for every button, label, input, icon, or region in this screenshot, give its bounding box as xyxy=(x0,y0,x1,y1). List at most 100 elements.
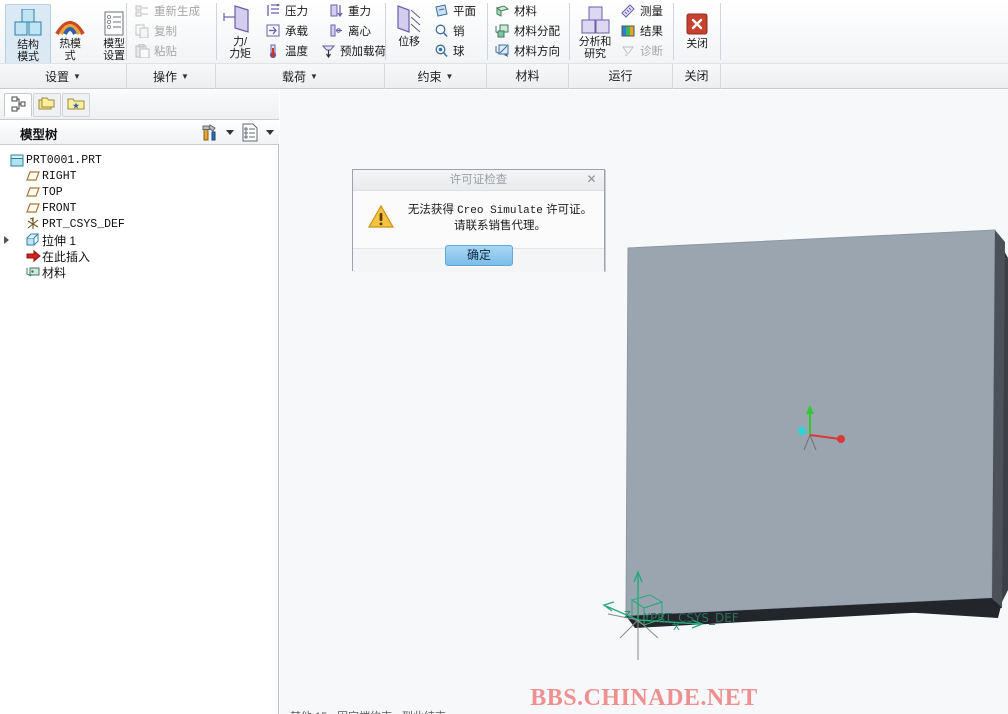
ribbon-button-displacement[interactable]: 位移 xyxy=(388,2,430,49)
tree-item-label: RIGHT xyxy=(42,169,77,183)
warning-triangle-icon xyxy=(367,204,395,229)
tree-item-label: PRT0001.PRT xyxy=(26,153,102,167)
folder-browser-icon xyxy=(38,96,56,115)
ribbon-toolbar: 结构 模式 热模式 模型 设置 重新生成 复制 粘贴 力/ 力矩 压力 重力 承… xyxy=(0,0,1008,63)
dialog-message-product: Creo Simulate xyxy=(457,205,543,217)
ribbon-item-pin-label: 销 xyxy=(453,25,465,38)
ribbon-item-material-assignment[interactable]: 材料分配 xyxy=(494,21,560,40)
tree-item-label: FRONT xyxy=(42,201,77,215)
dialog-message-line1-post: 许可证。 xyxy=(542,204,593,216)
datum-plane-icon xyxy=(24,169,42,184)
ribbon-item-preload[interactable]: 预加载荷 xyxy=(320,41,386,60)
tools-settings-icon[interactable] xyxy=(200,123,220,145)
ribbon-button-structure-mode[interactable]: 结构 模式 xyxy=(5,4,51,63)
nav-tab-favorites-folder[interactable] xyxy=(62,93,90,117)
model-tree-header: 模型树 xyxy=(0,120,279,145)
ribbon-button-thermal-mode[interactable]: 热模式 xyxy=(48,4,92,62)
gravity-icon xyxy=(328,3,345,19)
ribbon-group-run: 分析和 研究 测量 结果 诊断 xyxy=(570,0,672,63)
analyses-studies-icon xyxy=(572,2,618,36)
ribbon-button-displacement-label: 位移 xyxy=(398,36,420,48)
ribbon-item-measure[interactable]: 测量 xyxy=(620,1,663,20)
dialog-message: 无法获得 Creo Simulate 许可证。 请联系销售代理。 xyxy=(405,203,595,234)
results-icon xyxy=(620,23,637,39)
ribbon-group-label-operations[interactable]: 操作 ▼ xyxy=(127,64,216,89)
page-title: 模型树 xyxy=(20,128,58,142)
ribbon-group-label-bar: 设置 ▼ 操作 ▼ 载荷 ▼ 约束 ▼ 材料 运行 关闭 xyxy=(0,63,1008,89)
ribbon-group-label-close[interactable]: 关闭 xyxy=(673,64,721,89)
regenerate-icon xyxy=(134,3,151,19)
tree-item-extrude[interactable]: 拉伸 1 xyxy=(0,232,278,248)
ribbon-item-material-orientation[interactable]: 材料方向 xyxy=(494,41,560,60)
tree-item-label: 材料 xyxy=(42,265,67,280)
ribbon-group-close: 关闭 xyxy=(674,0,720,63)
material-icon xyxy=(494,3,511,19)
material-node-icon xyxy=(24,265,42,280)
ok-button[interactable]: 确定 xyxy=(445,245,513,266)
ribbon-item-material[interactable]: 材料 xyxy=(494,1,537,20)
preload-icon xyxy=(320,43,337,59)
nav-tab-model-tree[interactable] xyxy=(4,93,32,117)
coordinate-system-icon xyxy=(24,217,42,232)
tree-item-label: TOP xyxy=(42,185,63,199)
ribbon-item-diagnostics[interactable]: 诊断 xyxy=(620,41,663,60)
expand-triangle-icon[interactable] xyxy=(4,236,9,244)
tree-item-coordinate-system[interactable]: PRT_CSYS_DEF xyxy=(0,216,278,232)
tree-item-datum-front[interactable]: FRONT xyxy=(0,200,278,216)
part-icon xyxy=(8,153,26,168)
chevron-down-icon[interactable] xyxy=(226,130,234,135)
ribbon-button-force-moment-label: 力/力矩 xyxy=(229,36,251,60)
ribbon-item-ball[interactable]: 球 xyxy=(433,41,465,60)
centrifugal-icon xyxy=(328,23,345,39)
chevron-down-icon[interactable] xyxy=(266,130,274,135)
ribbon-item-preload-label: 预加载荷 xyxy=(340,45,386,58)
ribbon-button-analyses-studies[interactable]: 分析和 研究 xyxy=(572,2,618,60)
ribbon-item-bearing-load-label: 承载 xyxy=(285,25,308,38)
pin-icon xyxy=(433,23,450,39)
ribbon-item-regenerate[interactable]: 重新生成 xyxy=(134,1,200,20)
chevron-down-icon: ▼ xyxy=(73,72,81,81)
ribbon-item-temperature-label: 温度 xyxy=(285,45,308,58)
structure-mode-icon xyxy=(6,5,50,39)
favorites-folder-icon xyxy=(67,96,85,115)
ribbon-item-measure-label: 测量 xyxy=(640,5,663,18)
paste-icon xyxy=(134,43,151,59)
ribbon-item-centrifugal[interactable]: 离心 xyxy=(328,21,371,40)
ribbon-item-material-assignment-label: 材料分配 xyxy=(514,25,560,38)
nav-tab-folder-browser[interactable] xyxy=(33,93,61,117)
ribbon-item-copy[interactable]: 复制 xyxy=(134,21,177,40)
ribbon-item-pressure-label: 压力 xyxy=(285,5,308,18)
ribbon-group-label-run-text: 运行 xyxy=(608,69,633,83)
chevron-down-icon: ▼ xyxy=(181,72,189,81)
tree-display-icon[interactable] xyxy=(241,123,259,145)
ribbon-item-pressure[interactable]: 压力 xyxy=(265,1,308,20)
ribbon-group-label-settings[interactable]: 设置 ▼ xyxy=(0,64,127,89)
ribbon-group-label-materials[interactable]: 材料 xyxy=(487,64,569,89)
ribbon-item-planar[interactable]: 平面 xyxy=(433,1,476,20)
ribbon-button-thermal-mode-label: 热模式 xyxy=(59,38,81,62)
ribbon-group-operations: 重新生成 复制 粘贴 xyxy=(127,0,215,63)
ribbon-group-label-loads[interactable]: 载荷 ▼ xyxy=(216,64,385,89)
ribbon-button-structure-mode-label: 结构 模式 xyxy=(17,39,39,63)
close-icon[interactable]: ✕ xyxy=(584,172,599,187)
tree-item-insert-here[interactable]: 在此插入 xyxy=(0,248,278,264)
tree-item-datum-right[interactable]: RIGHT xyxy=(0,168,278,184)
ribbon-button-close[interactable]: 关闭 xyxy=(676,4,718,51)
planar-icon xyxy=(433,3,450,19)
ribbon-group-materials: 材料 材料分配 材料方向 xyxy=(488,0,568,63)
navigator-tab-strip xyxy=(0,90,279,120)
tree-item-datum-top[interactable]: TOP xyxy=(0,184,278,200)
ribbon-item-temperature[interactable]: 温度 xyxy=(265,41,308,60)
ribbon-button-force-moment[interactable]: 力/力矩 xyxy=(220,2,260,60)
ribbon-group-label-run[interactable]: 运行 xyxy=(569,64,673,89)
datum-plane-icon xyxy=(24,201,42,216)
ribbon-item-pin[interactable]: 销 xyxy=(433,21,465,40)
ribbon-item-gravity[interactable]: 重力 xyxy=(328,1,371,20)
ribbon-item-bearing-load[interactable]: 承载 xyxy=(265,21,308,40)
tree-item-material[interactable]: 材料 xyxy=(0,264,278,280)
ribbon-item-results[interactable]: 结果 xyxy=(620,21,663,40)
ribbon-group-label-constraints[interactable]: 约束 ▼ xyxy=(385,64,487,89)
tree-item-part[interactable]: PRT0001.PRT xyxy=(0,152,278,168)
pressure-icon xyxy=(265,3,282,19)
ribbon-item-paste[interactable]: 粘贴 xyxy=(134,41,177,60)
